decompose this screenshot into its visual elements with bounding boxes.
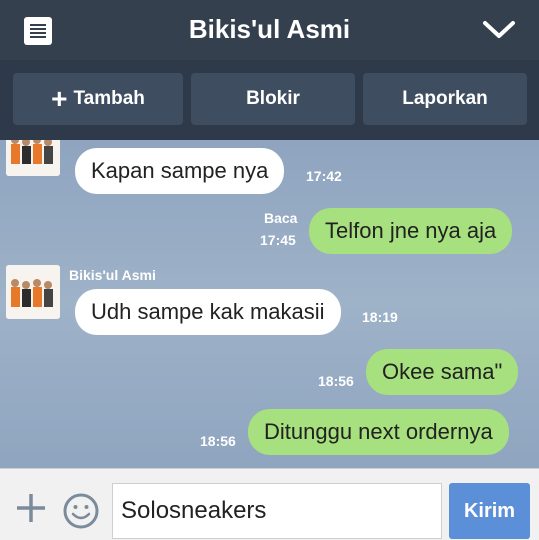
sender-name: Bikis'ul Asmi	[69, 267, 156, 283]
message-time: 17:42	[306, 168, 342, 184]
message-time: 18:56	[200, 433, 236, 449]
plus-icon: +	[51, 83, 68, 114]
emoji-icon[interactable]	[62, 492, 100, 530]
message-input[interactable]	[112, 483, 442, 539]
block-label: Blokir	[246, 88, 300, 109]
message-time: 18:19	[362, 309, 398, 325]
avatar[interactable]	[6, 140, 60, 176]
avatar[interactable]	[6, 265, 60, 319]
message-list[interactable]: Kapan sampe nya 17:42 Baca 17:45 Telfon …	[0, 140, 539, 468]
message-bubble[interactable]: Okee sama"	[366, 349, 519, 395]
message-bubble[interactable]: Telfon jne nya aja	[309, 208, 513, 254]
chat-title: Bikis'ul Asmi	[188, 14, 351, 44]
block-button[interactable]: Blokir	[191, 73, 355, 125]
add-friend-label: Tambah	[73, 88, 145, 109]
message-time: 17:45	[260, 232, 296, 248]
plus-icon[interactable]	[14, 491, 48, 525]
message-time: 18:56	[318, 373, 354, 389]
report-label: Laporkan	[402, 88, 488, 109]
message-bubble[interactable]: Ditunggu next ordernya	[248, 409, 509, 455]
action-bar: + Tambah Blokir Laporkan	[0, 60, 539, 140]
message-bubble[interactable]: Kapan sampe nya	[75, 148, 285, 194]
read-receipt: Baca	[264, 210, 298, 226]
composer-bar: Kirim	[0, 468, 539, 540]
send-button[interactable]: Kirim	[449, 483, 530, 539]
chat-header: Bikis'ul Asmi	[0, 0, 539, 60]
report-button[interactable]: Laporkan	[363, 73, 527, 125]
add-friend-button[interactable]: + Tambah	[13, 73, 183, 125]
message-bubble[interactable]: Udh sampe kak makasii	[75, 289, 341, 335]
chevron-down-icon[interactable]	[481, 14, 517, 44]
